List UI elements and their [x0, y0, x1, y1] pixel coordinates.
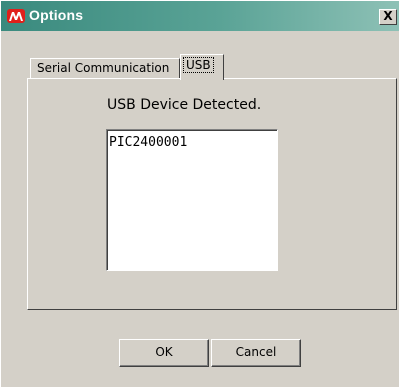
window-title: Options [29, 7, 84, 23]
usb-device-list[interactable]: PIC2400001 [106, 129, 278, 271]
list-item[interactable]: PIC2400001 [109, 135, 187, 150]
tab-usb-label: USB [183, 57, 214, 73]
title-bar[interactable]: Options X [1, 1, 399, 31]
close-icon: X [383, 9, 393, 23]
tab-usb[interactable]: USB [180, 54, 224, 80]
usb-status-text: USB Device Detected. [107, 97, 262, 113]
close-button[interactable]: X [379, 9, 397, 25]
options-dialog: Options X Serial Communication USB USB D… [0, 0, 399, 387]
tab-serial-communication[interactable]: Serial Communication [30, 58, 180, 79]
ok-button[interactable]: OK [119, 339, 209, 367]
tab-serial-communication-label: Serial Communication [37, 61, 170, 75]
microchip-logo-icon [7, 9, 25, 23]
cancel-button[interactable]: Cancel [211, 339, 301, 367]
